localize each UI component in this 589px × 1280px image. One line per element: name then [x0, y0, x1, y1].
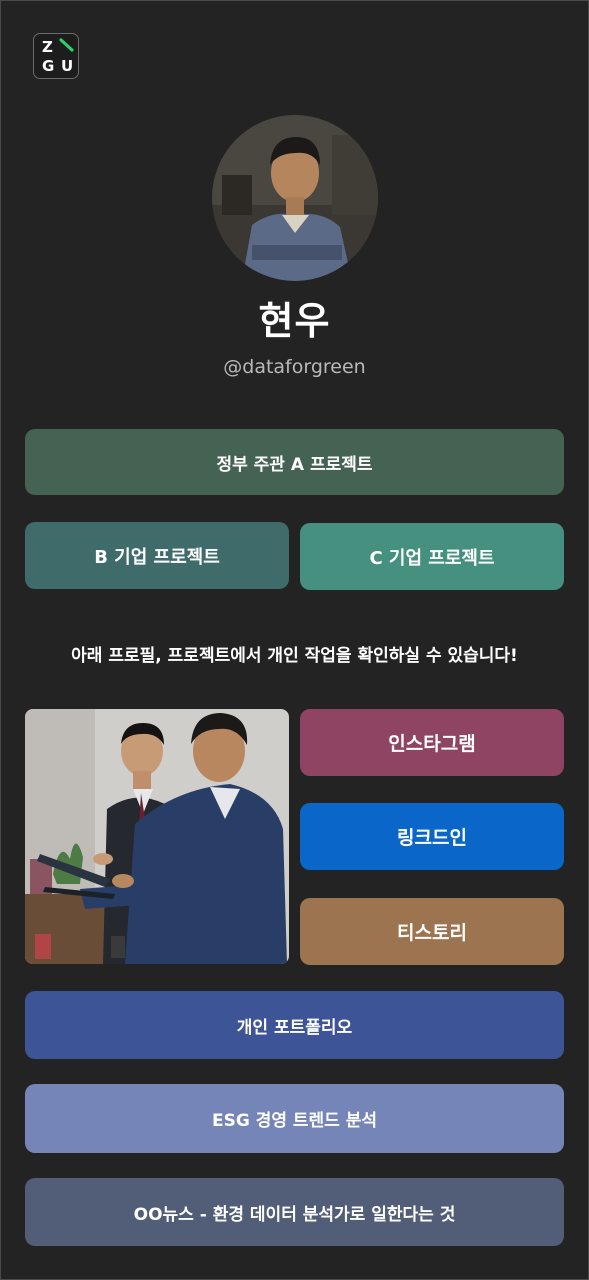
profile-avatar	[212, 115, 378, 281]
gov-a-project-button[interactable]: 정부 주관 A 프로젝트	[25, 429, 564, 495]
avatar-photo	[212, 115, 378, 281]
news-article-button[interactable]: OO뉴스 - 환경 데이터 분석가로 일한다는 것	[25, 1178, 564, 1246]
notice-text: 아래 프로필, 프로젝트에서 개인 작업을 확인하실 수 있습니다!	[71, 646, 518, 666]
logo-letter-z: Z	[42, 38, 53, 56]
instagram-button[interactable]: 인스타그램	[300, 709, 564, 776]
tistory-button[interactable]: 티스토리	[300, 898, 564, 965]
logo-letter-g: G	[42, 57, 55, 75]
portfolio-button[interactable]: 개인 포트폴리오	[25, 991, 564, 1059]
profile-handle: @dataforgreen	[223, 356, 366, 378]
profile-name: 현우	[258, 299, 331, 343]
business-photo-image	[25, 709, 289, 964]
corp-b-project-button[interactable]: B 기업 프로젝트	[25, 522, 289, 589]
business-photo	[25, 709, 289, 964]
linkedin-button[interactable]: 링크드인	[300, 803, 564, 870]
zgu-logo[interactable]: Z G U	[33, 33, 79, 79]
corp-c-project-button[interactable]: C 기업 프로젝트	[300, 523, 564, 590]
logo-letter-u: U	[61, 57, 74, 75]
logo-slash-icon	[59, 38, 74, 52]
esg-trend-button[interactable]: ESG 경영 트렌드 분석	[25, 1084, 564, 1153]
